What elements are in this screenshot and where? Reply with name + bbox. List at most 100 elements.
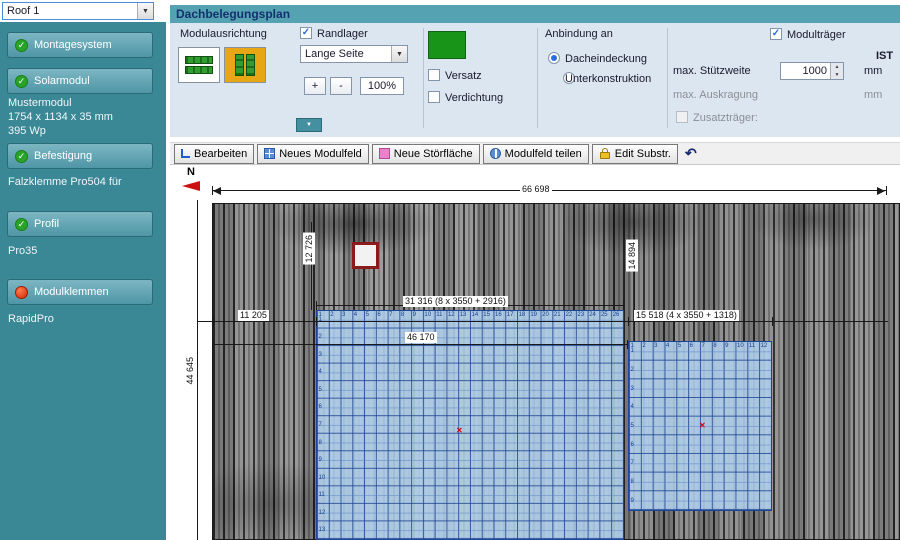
field2-center-mark: ✕ bbox=[699, 421, 706, 430]
modultraeger-label: Modulträger bbox=[787, 29, 846, 41]
bearbeiten-label: Bearbeiten bbox=[194, 147, 248, 160]
grid-column-number: 12 bbox=[447, 312, 455, 318]
verdichtung-label: Verdichtung bbox=[445, 92, 504, 104]
grid-column-number: 3 bbox=[654, 343, 658, 349]
grid-column-number: 7 bbox=[701, 343, 705, 349]
bearbeiten-button[interactable]: Bearbeiten bbox=[174, 143, 255, 164]
edit-substr-button[interactable]: Edit Substr. bbox=[591, 143, 678, 164]
zusatztraeger-checkbox[interactable] bbox=[676, 111, 688, 123]
edit-icon bbox=[181, 149, 190, 158]
randlager-checkbox[interactable]: ✓ bbox=[300, 27, 312, 39]
neue-stoerflaeche-label: Neue Störfläche bbox=[393, 147, 473, 160]
check-icon: ✓ bbox=[15, 149, 28, 163]
grid-column-number: 22 bbox=[565, 312, 573, 318]
dim-tick bbox=[316, 301, 317, 310]
grid-column-number: 24 bbox=[589, 312, 596, 318]
verdichtung-checkbox[interactable] bbox=[428, 91, 440, 103]
grid-column-number: 6 bbox=[689, 343, 693, 349]
orientation-landscape-button[interactable] bbox=[178, 47, 220, 83]
zusatztraeger-label: Zusatzträger: bbox=[693, 112, 758, 124]
sidebar-item-montagesystem[interactable]: ✓ Montagesystem bbox=[7, 32, 153, 58]
neues-modulfeld-label: Neues Modulfeld bbox=[279, 147, 362, 160]
module-field-icon bbox=[264, 148, 276, 159]
sidebar-item-solarmodul[interactable]: ✓ Solarmodul bbox=[7, 68, 153, 94]
stuetzweite-label: max. Stützweite bbox=[673, 65, 751, 77]
dacheindeckung-radio[interactable] bbox=[548, 52, 560, 64]
sidebar-item-profil[interactable]: ✓ Profil bbox=[7, 211, 153, 237]
randlager-select[interactable]: Lange Seite ▼ bbox=[300, 45, 408, 63]
dim-tick bbox=[627, 340, 628, 349]
grid-column-number: 9 bbox=[412, 312, 416, 318]
module-landscape-icon bbox=[185, 56, 213, 74]
grid-column-number: 23 bbox=[577, 312, 585, 318]
sidebar-item-label: Montagesystem bbox=[34, 39, 112, 51]
sidebar-item-label: Profil bbox=[34, 218, 60, 230]
grid-column-number: 11 bbox=[436, 312, 443, 318]
modulfeld-teilen-button[interactable]: Modulfeld teilen bbox=[482, 143, 589, 164]
spinner-buttons[interactable]: ▲ ▼ bbox=[830, 63, 843, 79]
grid-row-number: 10 bbox=[318, 474, 326, 481]
grid-column-number: 12 bbox=[760, 343, 768, 349]
collapsed-dropdown[interactable]: ▼ bbox=[296, 118, 322, 132]
separator bbox=[667, 28, 668, 128]
grid-column-number: 19 bbox=[530, 312, 538, 318]
dim-tick bbox=[623, 301, 624, 310]
sidebar-item-modulklemmen[interactable]: Modulklemmen bbox=[7, 279, 153, 305]
anbindung-label: Anbindung an bbox=[545, 28, 613, 40]
neues-modulfeld-button[interactable]: Neues Modulfeld bbox=[257, 143, 369, 164]
grid-column-number: 8 bbox=[713, 343, 717, 349]
dim-field1-total-label: 46 170 bbox=[405, 332, 437, 343]
orientation-portrait-button[interactable] bbox=[224, 47, 266, 83]
modulausrichtung-label: Modulausrichtung bbox=[180, 28, 267, 40]
grid-column-number: 20 bbox=[542, 312, 549, 318]
zoom-out-button[interactable]: - bbox=[330, 77, 352, 95]
stuetzweite-input[interactable]: 1000 ▲ ▼ bbox=[780, 62, 844, 80]
check-icon: ✓ bbox=[15, 217, 28, 231]
grid-column-number: 14 bbox=[471, 312, 479, 318]
grid-row-number: 9 bbox=[318, 457, 322, 464]
split-field-icon bbox=[489, 148, 501, 159]
grid-column-number: 2 bbox=[330, 312, 334, 318]
solarmodul-power: 395 Wp bbox=[8, 125, 46, 137]
spinner-down-icon[interactable]: ▼ bbox=[831, 71, 843, 79]
grid-column-number: 16 bbox=[495, 312, 502, 318]
undo-icon[interactable]: ↶ bbox=[685, 145, 697, 162]
dim-arrow bbox=[213, 187, 221, 195]
sidebar-item-label: Solarmodul bbox=[34, 75, 90, 87]
auskragung-label: max. Auskragung bbox=[673, 89, 758, 101]
stuetzweite-value[interactable]: 1000 bbox=[781, 63, 830, 79]
sidebar-item-befestigung[interactable]: ✓ Befestigung bbox=[7, 143, 153, 169]
versatz-checkbox[interactable] bbox=[428, 69, 440, 81]
roof-selector[interactable]: Roof 1 ▼ bbox=[2, 2, 154, 20]
grid-column-number: 21 bbox=[553, 312, 561, 318]
check-icon: ✓ bbox=[15, 74, 28, 88]
zoom-in-button[interactable]: + bbox=[304, 77, 326, 95]
sidebar: ✓ Montagesystem ✓ Solarmodul Mustermodul… bbox=[0, 22, 166, 540]
grid-column-number: 9 bbox=[725, 343, 729, 349]
edit-substr-label: Edit Substr. bbox=[614, 147, 671, 160]
grid-row-number: 3 bbox=[630, 385, 634, 392]
north-label: N bbox=[187, 166, 195, 178]
panel-title: Dachbelegungsplan bbox=[170, 5, 900, 23]
chevron-down-icon[interactable]: ▼ bbox=[137, 3, 153, 19]
dim-tick bbox=[213, 340, 214, 349]
modulklemmen-name: RapidPro bbox=[8, 313, 54, 325]
module-color-swatch[interactable] bbox=[428, 31, 466, 59]
modulfeld-teilen-label: Modulfeld teilen bbox=[504, 147, 582, 160]
modultraeger-checkbox[interactable]: ✓ bbox=[770, 28, 782, 40]
module-field-2[interactable]: ✕ 1 2 3 4 5 6 7 8 9 10 11 12 1 2 3 4 5 6 7 8 9 bbox=[628, 341, 772, 511]
grid-column-number: 26 bbox=[612, 312, 620, 318]
grid-column-number: 5 bbox=[365, 312, 369, 318]
spinner-up-icon[interactable]: ▲ bbox=[831, 63, 843, 71]
grid-column-number: 2 bbox=[642, 343, 646, 349]
stoerflaeche-obstacle[interactable] bbox=[352, 242, 379, 269]
obstacle-icon bbox=[378, 148, 390, 159]
separator bbox=[537, 28, 538, 128]
separator bbox=[423, 28, 424, 128]
chevron-down-icon[interactable]: ▼ bbox=[391, 46, 407, 62]
grid-row-number: 1 bbox=[630, 348, 634, 355]
grid-row-number: 8 bbox=[318, 439, 322, 446]
grid-column-number: 4 bbox=[353, 312, 358, 318]
neue-stoerflaeche-button[interactable]: Neue Störfläche bbox=[371, 143, 480, 164]
grid-row-number: 7 bbox=[630, 460, 634, 467]
